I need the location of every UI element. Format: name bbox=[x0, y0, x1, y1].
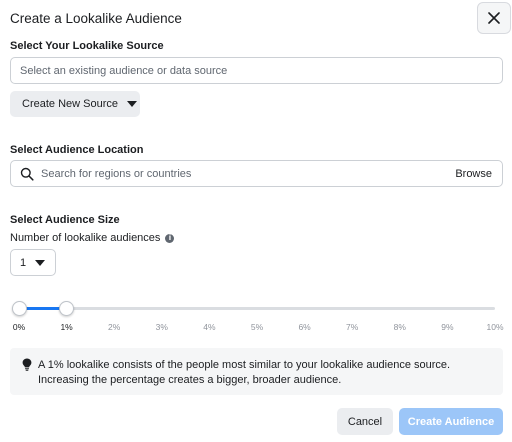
slider-tick-label: 8% bbox=[393, 322, 406, 332]
slider-tick-label: 3% bbox=[155, 322, 168, 332]
source-section-label: Select Your Lookalike Source bbox=[10, 40, 164, 52]
close-icon bbox=[488, 12, 500, 24]
size-section-label: Select Audience Size bbox=[10, 214, 120, 226]
create-audience-button[interactable]: Create Audience bbox=[399, 408, 503, 435]
slider-handle-min[interactable] bbox=[11, 301, 27, 316]
lookalike-dialog: Create a Lookalike Audience Select Your … bbox=[0, 0, 512, 442]
browse-link[interactable]: Browse bbox=[455, 168, 492, 180]
dialog-title: Create a Lookalike Audience bbox=[10, 11, 182, 26]
slider-tick-label: 6% bbox=[298, 322, 311, 332]
info-text: A 1% lookalike consists of the people mo… bbox=[38, 359, 451, 386]
location-section-label: Select Audience Location bbox=[10, 144, 144, 156]
audience-count-value: 1 bbox=[20, 256, 27, 269]
slider-tick-label: 1% bbox=[60, 322, 73, 332]
slider-tick-label: 10% bbox=[486, 322, 504, 332]
search-icon bbox=[20, 167, 34, 181]
info-icon[interactable]: i bbox=[165, 233, 175, 243]
close-button[interactable] bbox=[477, 2, 511, 34]
source-placeholder: Select an existing audience or data sour… bbox=[20, 64, 228, 77]
slider-handle-max[interactable] bbox=[59, 301, 75, 316]
location-search-input[interactable]: Search for regions or countries Browse bbox=[10, 160, 503, 187]
info-box: A 1% lookalike consists of the people mo… bbox=[10, 348, 503, 395]
location-placeholder: Search for regions or countries bbox=[41, 168, 192, 180]
slider-tick-label: 7% bbox=[346, 322, 359, 332]
size-slider-track[interactable] bbox=[19, 307, 495, 310]
create-new-source-button[interactable]: Create New Source bbox=[10, 91, 140, 117]
slider-tick-label: 2% bbox=[108, 322, 121, 332]
audience-count-text: Number of lookalike audiences bbox=[10, 232, 161, 244]
lightbulb-icon bbox=[22, 358, 32, 371]
audience-count-label: Number of lookalike audiences i bbox=[10, 232, 175, 244]
slider-tick-label: 4% bbox=[203, 322, 216, 332]
source-select-input[interactable]: Select an existing audience or data sour… bbox=[10, 57, 503, 84]
audience-count-select[interactable]: 1 bbox=[10, 249, 56, 276]
caret-down-icon bbox=[35, 259, 46, 266]
slider-tick-label: 9% bbox=[441, 322, 454, 332]
caret-down-icon bbox=[127, 101, 137, 107]
slider-tick-label: 5% bbox=[250, 322, 264, 332]
slider-tick-label: 0% bbox=[12, 322, 26, 332]
cancel-button[interactable]: Cancel bbox=[337, 408, 393, 435]
create-new-source-label: Create New Source bbox=[22, 98, 118, 110]
